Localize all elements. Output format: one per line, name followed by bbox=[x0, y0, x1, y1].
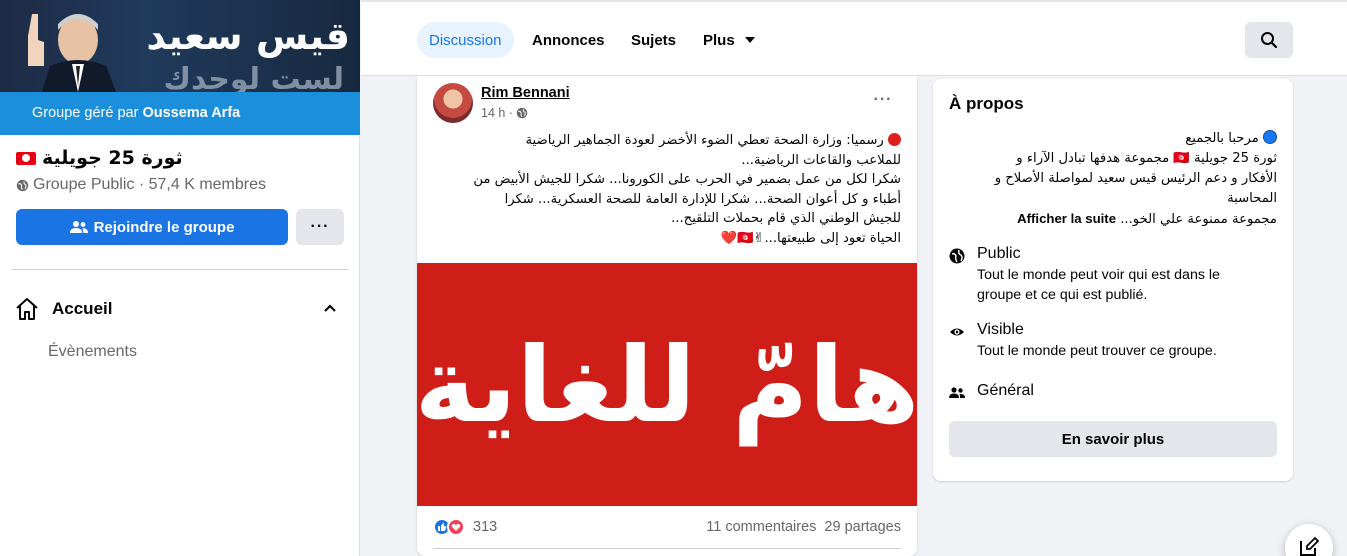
blue-circle-icon bbox=[1263, 130, 1277, 144]
post-text: رسميا: وزارة الصحة تعطي الضوء الأخضر لعو… bbox=[433, 131, 901, 248]
post-line: أطباء و كل أعوان الصحة... شكرا للإدارة ا… bbox=[504, 191, 901, 207]
post-line: للملاعب والقاعات الرياضية... bbox=[741, 152, 901, 168]
about-line: ثورة 25 جويلية 🇹🇳 مجموعة هدفها تبادل الآ… bbox=[1016, 151, 1277, 166]
join-group-button[interactable]: Rejoindre le groupe bbox=[16, 209, 288, 245]
eye-icon bbox=[950, 328, 964, 336]
about-card: À propos مرحبا بالجميع ثورة 25 جويلية 🇹🇳… bbox=[933, 79, 1293, 481]
about-line: مرحبا بالجميع bbox=[949, 129, 1277, 149]
home-icon bbox=[16, 298, 38, 320]
group-cover-image[interactable]: قيس سعيد لست لوحدك bbox=[0, 0, 360, 92]
comments-count[interactable]: 11 commentaires bbox=[706, 519, 816, 535]
group-meta: Groupe Public · 57,4 K membres bbox=[16, 176, 266, 194]
love-icon bbox=[447, 518, 465, 536]
about-line: الأفكار و دعم الرئيس قيس سعيد لمواصلة ال… bbox=[994, 171, 1277, 186]
post-time-text: 14 h · bbox=[481, 106, 513, 120]
banner-subtitle: لست لوحدك bbox=[163, 62, 344, 92]
tunisia-flag-icon bbox=[16, 151, 36, 165]
group-more-button[interactable]: ··· bbox=[296, 209, 344, 245]
group-meta-text: Groupe Public · 57,4 K membres bbox=[33, 176, 266, 193]
tab-plus-label: Plus bbox=[703, 31, 735, 49]
managed-prefix: Groupe géré par bbox=[32, 105, 139, 121]
cover-portrait-icon bbox=[28, 14, 116, 92]
feed-post: Rim Bennani 14 h · ··· رسميا: وزارة الصح… bbox=[417, 76, 917, 556]
manager-name[interactable]: Oussema Arfa bbox=[142, 105, 240, 121]
group-title: ثورة 25 جويلية bbox=[16, 147, 183, 169]
post-image[interactable]: هامّ للغاية bbox=[417, 263, 917, 506]
reaction-icons[interactable] bbox=[433, 518, 465, 536]
post-image-text: هامّ للغاية bbox=[417, 323, 917, 446]
post-stats: 313 11 commentaires 29 partages bbox=[433, 516, 901, 538]
compose-icon bbox=[1300, 536, 1320, 556]
compose-button[interactable] bbox=[1285, 524, 1333, 556]
globe-icon bbox=[516, 107, 528, 119]
post-line: شكرا لكل من عمل بضمير في الحرب على الكور… bbox=[473, 172, 901, 187]
reaction-count[interactable]: 313 bbox=[473, 519, 497, 535]
see-more-link[interactable]: Afficher la suite bbox=[1017, 211, 1116, 226]
post-line: للجيش الوطني الذي قام بحملات التلقيح... bbox=[671, 211, 901, 226]
sidebar-item-home[interactable]: Accueil bbox=[14, 292, 344, 326]
about-general-title: Général bbox=[977, 382, 1034, 399]
about-visible-title: Visible bbox=[977, 321, 1024, 338]
about-public: Public Tout le monde peut voir qui est d… bbox=[949, 245, 1257, 305]
search-icon bbox=[1261, 32, 1278, 49]
post-line: رسميا: وزارة الصحة تعطي الضوء الأخضر لعو… bbox=[433, 131, 901, 151]
author-avatar[interactable] bbox=[433, 83, 473, 123]
banner-title: قيس سعيد bbox=[146, 14, 350, 58]
about-description: مرحبا بالجميع ثورة 25 جويلية 🇹🇳 مجموعة ه… bbox=[949, 129, 1277, 230]
group-name[interactable]: ثورة 25 جويلية bbox=[42, 147, 183, 169]
chevron-up-icon[interactable] bbox=[322, 300, 338, 316]
globe-icon bbox=[16, 179, 29, 191]
about-public-desc: Tout le monde peut voir qui est dans le … bbox=[977, 267, 1220, 303]
caret-down-icon bbox=[744, 37, 755, 43]
about-general: Général bbox=[949, 382, 1034, 401]
tab-discussion[interactable]: Discussion bbox=[417, 22, 514, 58]
learn-more-button[interactable]: En savoir plus bbox=[949, 421, 1277, 457]
tab-plus[interactable]: Plus bbox=[691, 22, 769, 58]
about-public-title: Public bbox=[977, 245, 1021, 262]
group-sidebar: قيس سعيد لست لوحدك Groupe géré par Ousse… bbox=[0, 0, 360, 556]
post-menu-button[interactable]: ··· bbox=[869, 91, 897, 108]
search-button[interactable] bbox=[1245, 22, 1293, 58]
people-icon bbox=[69, 221, 88, 233]
post-timestamp[interactable]: 14 h · bbox=[481, 106, 528, 120]
tab-sujets[interactable]: Sujets bbox=[619, 22, 688, 58]
group-tabs-bar: Discussion Annonces Sujets Plus bbox=[361, 0, 1347, 76]
about-line: المحاسبة bbox=[1227, 191, 1277, 206]
about-visible: Visible Tout le monde peut trouver ce gr… bbox=[949, 321, 1217, 361]
sidebar-divider bbox=[12, 269, 348, 270]
post-divider bbox=[433, 548, 901, 549]
sidebar-item-events[interactable]: Évènements bbox=[48, 343, 137, 361]
people-icon bbox=[949, 387, 965, 398]
shares-count[interactable]: 29 partages bbox=[824, 519, 901, 535]
managed-by-bar: Groupe géré par Oussema Arfa bbox=[0, 92, 360, 135]
post-author[interactable]: Rim Bennani bbox=[481, 85, 570, 101]
about-title: À propos bbox=[949, 94, 1024, 113]
about-line: مجموعة ممنوعة علي الخو... Afficher la su… bbox=[1017, 211, 1277, 227]
post-line: الحياة تعود إلى طبيعتها...✌🇹🇳❤️ bbox=[720, 230, 901, 246]
red-circle-icon bbox=[888, 133, 901, 146]
about-visible-desc: Tout le monde peut trouver ce groupe. bbox=[977, 343, 1217, 359]
globe-icon bbox=[949, 248, 965, 264]
sidebar-item-home-label: Accueil bbox=[52, 299, 113, 318]
tab-annonces[interactable]: Annonces bbox=[520, 22, 617, 58]
join-group-label: Rejoindre le groupe bbox=[93, 218, 235, 236]
